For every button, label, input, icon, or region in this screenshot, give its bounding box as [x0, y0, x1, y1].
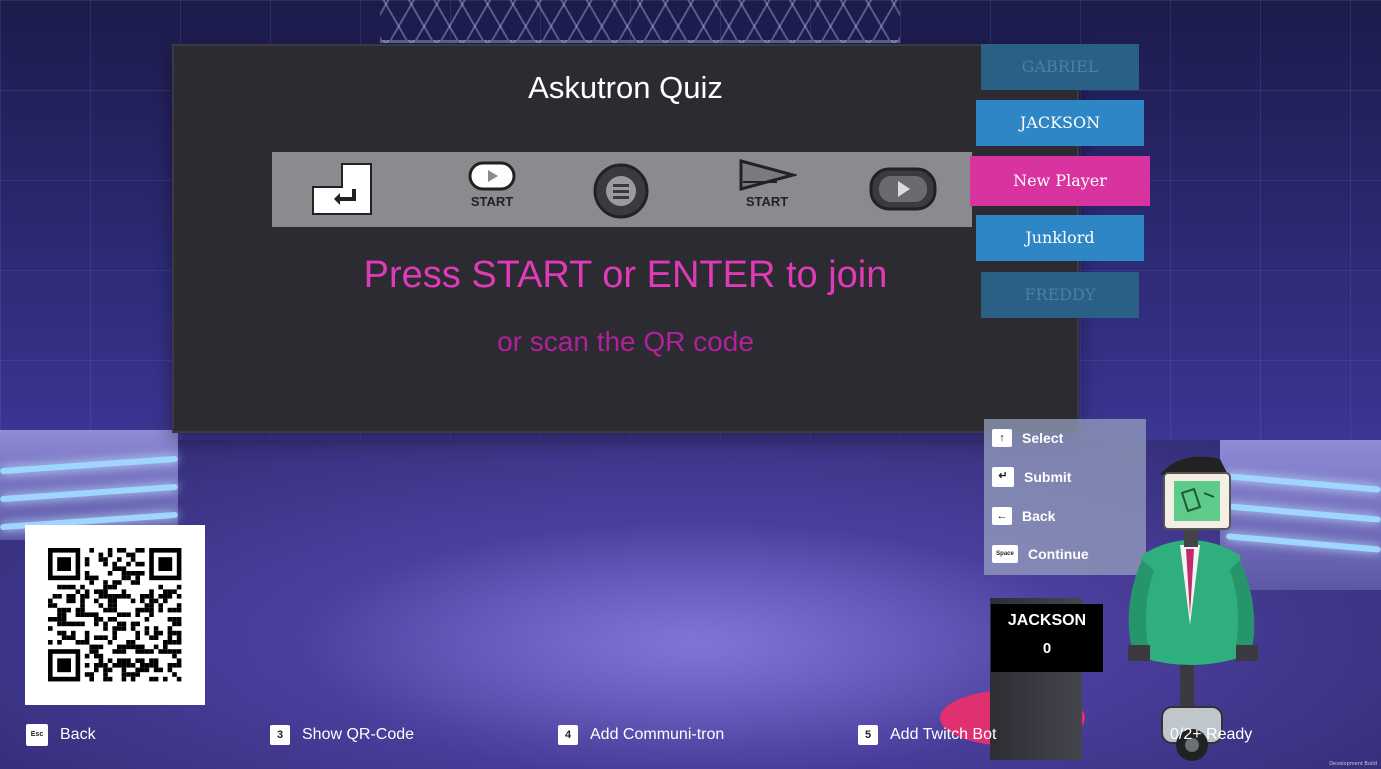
space-key-icon: Space: [992, 545, 1018, 563]
gamepad-start-button-icon: START: [457, 160, 527, 209]
podium-score: 0: [1042, 640, 1052, 657]
player-slot-gabriel[interactable]: GABRIEL: [981, 44, 1139, 90]
development-build-label: Development Build: [1329, 761, 1377, 767]
key-5-icon: 5: [858, 725, 878, 745]
join-controls-strip: START START: [272, 152, 972, 227]
hint-back: ← Back: [992, 503, 1055, 529]
add-communitron-button[interactable]: 4 Add Communi-tron: [558, 722, 724, 748]
join-qr-code[interactable]: [25, 525, 205, 705]
arrow-up-key-icon: ↑: [992, 429, 1012, 447]
add-communitron-label: Add Communi-tron: [590, 726, 725, 743]
key-3-icon: 3: [270, 725, 290, 745]
back-label: Back: [60, 726, 96, 743]
hint-submit: ↵ Submit: [992, 464, 1071, 490]
main-board: Askutron Quiz START START Press START or…: [172, 44, 1079, 433]
player-list: GABRIEL JACKSON New Player Junklord FRED…: [970, 44, 1160, 324]
hint-label: Back: [1022, 508, 1056, 524]
key-4-icon: 4: [558, 725, 578, 745]
hint-label: Submit: [1024, 469, 1072, 485]
enter-key-icon: [310, 161, 372, 215]
enter-key-icon: ↵: [992, 467, 1014, 487]
back-button[interactable]: Esc Back: [26, 722, 96, 748]
host-robot-character: [1120, 445, 1265, 765]
player-slot-new-player[interactable]: New Player: [970, 156, 1150, 206]
add-twitch-bot-label: Add Twitch Bot: [890, 726, 997, 743]
podium-player-name: JACKSON: [1007, 612, 1087, 629]
triangle-start-button-icon: START: [732, 158, 802, 209]
play-button-icon: [868, 166, 938, 216]
game-title: Askutron Quiz: [528, 70, 723, 105]
hint-select: ↑ Select: [992, 425, 1063, 451]
esc-key-icon: Esc: [26, 724, 48, 746]
lighting-truss: [380, 0, 900, 43]
qr-code-image: [48, 548, 182, 682]
podium-screen: JACKSON 0: [991, 604, 1103, 672]
show-qr-code-button[interactable]: 3 Show QR-Code: [270, 722, 414, 748]
hint-label: Continue: [1028, 546, 1089, 562]
player-slot-junklord[interactable]: Junklord: [976, 215, 1144, 261]
qr-prompt: or scan the QR code: [497, 326, 754, 357]
hint-continue: Space Continue: [992, 541, 1089, 567]
join-prompt: Press START or ENTER to join: [363, 254, 888, 296]
ready-status: 0/2+ Ready: [1170, 726, 1253, 743]
menu-button-icon: [592, 162, 650, 224]
player-slot-freddy[interactable]: FREDDY: [981, 272, 1139, 318]
show-qr-code-label: Show QR-Code: [302, 726, 415, 743]
backspace-key-icon: ←: [992, 507, 1012, 525]
add-twitch-bot-button[interactable]: 5 Add Twitch Bot: [858, 722, 996, 748]
player-slot-jackson[interactable]: JACKSON: [976, 100, 1144, 146]
hint-label: Select: [1022, 430, 1064, 446]
